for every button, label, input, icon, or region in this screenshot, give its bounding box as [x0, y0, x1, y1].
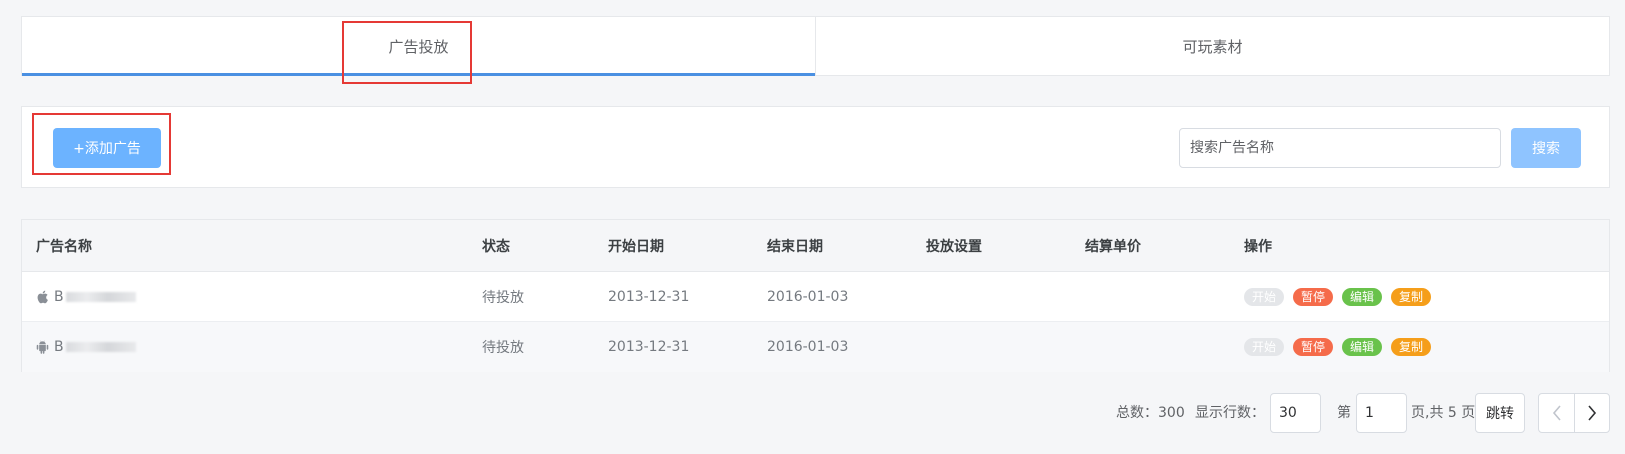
edit-button[interactable]: 编辑	[1342, 338, 1383, 356]
tab-ad-delivery[interactable]: 广告投放	[22, 17, 815, 76]
tab-label: 广告投放	[388, 37, 449, 56]
status-cell: 待投放	[482, 289, 524, 306]
total-count: 总数：300	[1116, 405, 1185, 421]
copy-button[interactable]: 复制	[1391, 338, 1432, 356]
redacted-name	[65, 342, 136, 352]
status-cell: 待投放	[482, 340, 524, 356]
ad-name: B	[54, 288, 64, 305]
table-row: B 待投放 2013-12-31 2016-01-03 开始 暂停 编辑 复制	[22, 272, 1609, 322]
start-button[interactable]: 开始	[1244, 287, 1285, 306]
tab-label: 可玩素材	[1182, 37, 1243, 56]
actions-cell: 开始 暂停 编辑 复制	[1244, 272, 1440, 321]
ad-name-cell[interactable]: B	[36, 322, 136, 372]
toolbar-card: +添加广告 搜索	[21, 106, 1610, 188]
end-date-cell: 2016-01-03	[767, 339, 849, 355]
edit-button[interactable]: 编辑	[1342, 287, 1383, 306]
header-actions: 操作	[1244, 238, 1272, 255]
android-icon	[36, 340, 49, 354]
apple-icon	[37, 290, 48, 303]
rows-per-page-input[interactable]	[1270, 393, 1321, 433]
prev-page-button[interactable]	[1538, 393, 1575, 433]
ads-table: 广告名称 状态 开始日期 结束日期 投放设置 结算单价 操作 B 待投放 201…	[21, 219, 1610, 372]
table-row: B 待投放 2013-12-31 2016-01-03 开始 暂停 编辑 复制	[22, 322, 1609, 372]
pause-button[interactable]: 暂停	[1293, 287, 1334, 306]
end-date-cell: 2016-01-03	[767, 288, 849, 305]
page-suffix: 页,共 5 页	[1411, 405, 1476, 421]
pause-button[interactable]: 暂停	[1293, 338, 1334, 356]
ad-name: B	[54, 339, 64, 355]
page-prefix: 第	[1337, 405, 1351, 421]
chevron-right-icon	[1588, 405, 1597, 421]
header-status: 状态	[482, 238, 510, 255]
ad-name-cell[interactable]: B	[36, 272, 136, 321]
start-button[interactable]: 开始	[1244, 338, 1285, 356]
pagination: 总数：300 显示行数： 第 页,共 5 页 跳转	[0, 393, 1625, 433]
header-start-date: 开始日期	[608, 238, 664, 255]
next-page-button[interactable]	[1574, 393, 1610, 433]
copy-button[interactable]: 复制	[1391, 287, 1432, 306]
redacted-name	[65, 291, 136, 302]
search-button[interactable]: 搜索	[1511, 128, 1581, 168]
tab-playable-assets[interactable]: 可玩素材	[815, 17, 1609, 75]
rows-per-page-label: 显示行数：	[1195, 405, 1265, 421]
start-date-cell: 2013-12-31	[608, 339, 690, 355]
actions-cell: 开始 暂停 编辑 复制	[1244, 322, 1440, 372]
page-number-input[interactable]	[1356, 393, 1407, 433]
table-header: 广告名称 状态 开始日期 结束日期 投放设置 结算单价 操作	[22, 220, 1609, 272]
add-ad-button[interactable]: +添加广告	[53, 128, 161, 168]
header-name: 广告名称	[36, 238, 92, 255]
jump-button[interactable]: 跳转	[1475, 393, 1525, 433]
header-end-date: 结束日期	[767, 238, 823, 255]
header-unit-price: 结算单价	[1085, 238, 1141, 255]
tab-bar: 广告投放 可玩素材	[21, 16, 1610, 76]
start-date-cell: 2013-12-31	[608, 288, 690, 305]
search-input[interactable]	[1179, 128, 1501, 168]
chevron-left-icon	[1552, 405, 1561, 421]
header-delivery-setting: 投放设置	[926, 238, 982, 255]
